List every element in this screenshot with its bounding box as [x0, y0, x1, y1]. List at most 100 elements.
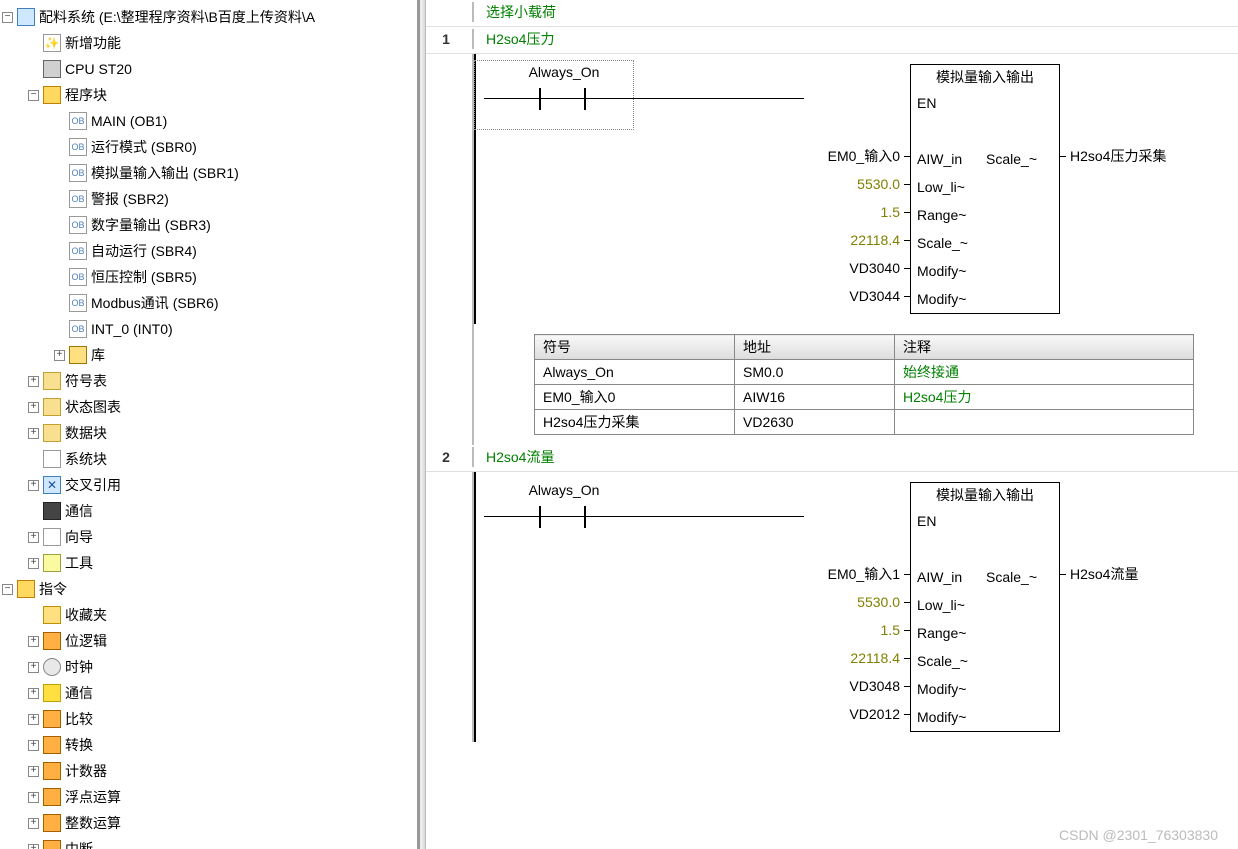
expand-icon[interactable]: + — [28, 844, 39, 849]
expand-icon[interactable]: + — [28, 636, 39, 647]
tree-label: 时钟 — [65, 654, 93, 680]
tree-label: 模拟量输入输出 (SBR1) — [91, 160, 239, 186]
expand-icon[interactable]: + — [28, 480, 39, 491]
expand-icon[interactable]: + — [28, 376, 39, 387]
folder-icon — [43, 372, 61, 390]
tree-label: 指令 — [39, 576, 67, 602]
cell-comment: 始终接通 — [895, 360, 1194, 385]
sparkle-icon: ✨ — [43, 34, 61, 52]
expand-icon[interactable]: + — [28, 532, 39, 543]
tree-label: MAIN (OB1) — [91, 108, 167, 134]
tree-item-cpu[interactable]: CPU ST20 — [0, 56, 417, 82]
block-en: EN — [911, 89, 1059, 117]
tree-item-library[interactable]: + 库 — [0, 342, 417, 368]
expand-icon[interactable]: + — [28, 792, 39, 803]
tree-label: 中断 — [65, 836, 93, 849]
tree-item-wizard[interactable]: + 向导 — [0, 524, 417, 550]
expand-icon[interactable]: + — [28, 766, 39, 777]
tree-item-symboltable[interactable]: + 符号表 — [0, 368, 417, 394]
tree-label: 整数运算 — [65, 810, 121, 836]
ladder-editor[interactable]: 选择小载荷 1 H2so4压力 Always_On EM0_输入05530.01… — [426, 0, 1238, 849]
tree-item-datablock[interactable]: + 数据块 — [0, 420, 417, 446]
tree-item-block[interactable]: OB INT_0 (INT0) — [0, 316, 417, 342]
expand-icon[interactable]: + — [28, 714, 39, 725]
block-title: 模拟量输入输出 — [911, 483, 1059, 507]
expand-icon[interactable]: + — [28, 428, 39, 439]
block-icon: OB — [69, 216, 87, 234]
tree-item-statuschart[interactable]: + 状态图表 — [0, 394, 417, 420]
expand-icon[interactable]: + — [28, 740, 39, 751]
tree-item-instruction[interactable]: + 计数器 — [0, 758, 417, 784]
tree-label: CPU ST20 — [65, 56, 132, 82]
block-input-value: VD3044 — [804, 288, 904, 304]
tree-item-instruction[interactable]: 收藏夹 — [0, 602, 417, 628]
tree-label: INT_0 (INT0) — [91, 316, 173, 342]
folder-icon — [43, 424, 61, 442]
wand-icon — [43, 528, 61, 546]
block-output-value: H2so4流量 — [1066, 564, 1206, 584]
tree-label: 符号表 — [65, 368, 107, 394]
tree-item-block[interactable]: OB 恒压控制 (SBR5) — [0, 264, 417, 290]
collapse-icon[interactable]: − — [28, 90, 39, 101]
tree-item-programblocks[interactable]: − 程序块 — [0, 82, 417, 108]
tree-label: 库 — [91, 342, 105, 368]
category-icon — [43, 658, 61, 676]
function-block[interactable]: 模拟量输入输出 EN AIW_inScale_~Low_li~Range~Sca… — [910, 482, 1060, 732]
network-title: H2so4流量 — [474, 447, 1238, 467]
tree-item-instruction[interactable]: + 通信 — [0, 680, 417, 706]
block-input-value: EM0_输入1 — [804, 564, 904, 584]
expand-icon[interactable]: + — [28, 402, 39, 413]
tree-label: 运行模式 (SBR0) — [91, 134, 197, 160]
block-icon: OB — [69, 320, 87, 338]
col-symbol: 符号 — [535, 335, 735, 360]
tree-item-crossref[interactable]: + ✕ 交叉引用 — [0, 472, 417, 498]
tree-item-instruction[interactable]: + 转换 — [0, 732, 417, 758]
table-row[interactable]: EM0_输入0 AIW16 H2so4压力 — [535, 385, 1194, 410]
tree-item-instruction[interactable]: + 位逻辑 — [0, 628, 417, 654]
expand-icon[interactable]: + — [28, 688, 39, 699]
tree-item-communication[interactable]: 通信 — [0, 498, 417, 524]
collapse-icon[interactable]: − — [2, 584, 13, 595]
contact-label: Always_On — [484, 64, 644, 80]
tree-label: 系统块 — [65, 446, 107, 472]
tree-item-instruction[interactable]: + 时钟 — [0, 654, 417, 680]
expand-icon[interactable]: + — [28, 662, 39, 673]
collapse-icon[interactable]: − — [2, 12, 13, 23]
network-number: 2 — [426, 447, 466, 465]
expand-icon[interactable]: + — [28, 558, 39, 569]
tree-item-newfeature[interactable]: ✨ 新增功能 — [0, 30, 417, 56]
tree-item-block[interactable]: OB 运行模式 (SBR0) — [0, 134, 417, 160]
tree-root[interactable]: − 配料系统 (E:\整理程序资料\B百度上传资料\A — [0, 4, 417, 30]
project-tree-panel[interactable]: − 配料系统 (E:\整理程序资料\B百度上传资料\A ✨ 新增功能 CPU S… — [0, 0, 420, 849]
cell-symbol: EM0_输入0 — [535, 385, 735, 410]
table-row[interactable]: H2so4压力采集 VD2630 — [535, 410, 1194, 435]
expand-icon[interactable]: + — [54, 350, 65, 361]
symbol-table[interactable]: 符号 地址 注释Always_On SM0.0 始终接通EM0_输入0 AIW1… — [534, 334, 1194, 435]
tree-item-instructions[interactable]: − 指令 — [0, 576, 417, 602]
block-icon: OB — [69, 164, 87, 182]
tree-label: 向导 — [65, 524, 93, 550]
tree-item-block[interactable]: OB 数字量输出 (SBR3) — [0, 212, 417, 238]
tree-item-block[interactable]: OB Modbus通讯 (SBR6) — [0, 290, 417, 316]
block-icon: OB — [69, 294, 87, 312]
tree-item-block[interactable]: OB 自动运行 (SBR4) — [0, 238, 417, 264]
table-row[interactable]: Always_On SM0.0 始终接通 — [535, 360, 1194, 385]
expand-icon[interactable]: + — [28, 818, 39, 829]
tree-item-instruction[interactable]: + 比较 — [0, 706, 417, 732]
tree-label: 恒压控制 (SBR5) — [91, 264, 197, 290]
tree-item-block[interactable]: OB MAIN (OB1) — [0, 108, 417, 134]
tree-item-systemblock[interactable]: 系统块 — [0, 446, 417, 472]
block-input-value: VD2012 — [804, 706, 904, 722]
tree-item-tools[interactable]: + 工具 — [0, 550, 417, 576]
tree-item-block[interactable]: OB 警报 (SBR2) — [0, 186, 417, 212]
tree-item-instruction[interactable]: + 中断 — [0, 836, 417, 849]
block-input-port: AIW_in — [911, 151, 977, 167]
tree-label: 浮点运算 — [65, 784, 121, 810]
function-block[interactable]: 模拟量输入输出 EN AIW_inScale_~Low_li~Range~Sca… — [910, 64, 1060, 314]
network-number: 1 — [426, 29, 466, 47]
tree-label: 收藏夹 — [65, 602, 107, 628]
tree-item-block[interactable]: OB 模拟量输入输出 (SBR1) — [0, 160, 417, 186]
tree-item-instruction[interactable]: + 整数运算 — [0, 810, 417, 836]
crossref-icon: ✕ — [43, 476, 61, 494]
tree-item-instruction[interactable]: + 浮点运算 — [0, 784, 417, 810]
